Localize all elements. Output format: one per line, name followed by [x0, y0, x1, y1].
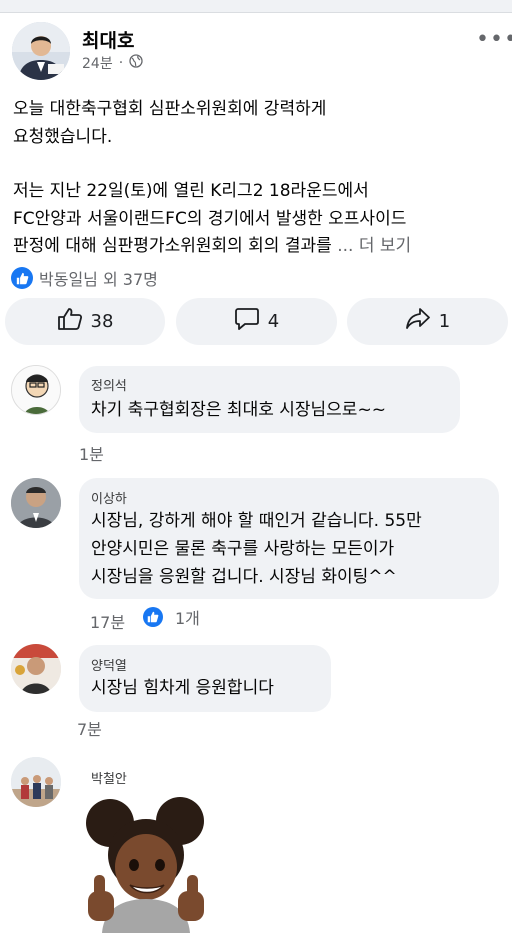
top-divider — [0, 0, 512, 13]
author-name[interactable]: 최대호 — [82, 26, 134, 53]
reactions-summary[interactable]: 박동일님 외 37명 — [11, 266, 158, 290]
share-icon — [405, 307, 431, 336]
like-reaction-icon — [11, 267, 33, 289]
comment-time[interactable]: 7분 — [77, 716, 102, 740]
commenter-name[interactable]: 정의석 — [91, 375, 127, 394]
post-line: 저는 지난 22일(토)에 열린 K리그2 18라운드에서 — [13, 181, 369, 201]
post-time[interactable]: 24분 — [82, 53, 113, 73]
see-more-link[interactable]: 더 보기 — [359, 236, 411, 256]
globe-icon — [129, 54, 143, 72]
like-reaction-icon — [143, 607, 163, 627]
post-line: 요청했습니다. — [13, 126, 113, 147]
share-button[interactable]: 1 — [347, 298, 508, 345]
thumbs-up-icon — [57, 307, 83, 336]
comment-text: 안양시민은 물론 축구를 사랑하는 모든이가 — [91, 539, 395, 559]
comment-text: 시장님을 응원할 겁니다. 시장님 화이팅^^ — [91, 567, 397, 587]
reactions-text: 박동일님 외 37명 — [39, 270, 158, 289]
commenter-name[interactable]: 박철안 — [91, 768, 127, 787]
author-avatar[interactable] — [12, 22, 70, 80]
comment-icon — [234, 307, 260, 336]
like-button[interactable]: 38 — [5, 298, 165, 345]
ellipsis: ... — [337, 236, 354, 256]
commenter-avatar[interactable] — [11, 365, 61, 415]
comment-reaction-count: 1개 — [175, 609, 200, 628]
comment-reactions[interactable]: 1개 — [143, 605, 200, 629]
comment-button[interactable]: 4 — [176, 298, 337, 345]
comment-text: 시장님, 강하게 해야 할 때인거 같습니다. 55만 — [91, 511, 422, 531]
post-line-text: 판정에 대해 심판평가소위원회의 회의 결과를 — [13, 236, 338, 256]
meta-separator: · — [118, 55, 124, 71]
post-line: FC안양과 서울이랜드FC의 경기에서 발생한 오프사이드 — [13, 208, 407, 229]
post-line-last: 판정에 대해 심판평가소위원회의 회의 결과를 ... 더 보기 — [13, 233, 501, 261]
comment-time[interactable]: 1분 — [79, 441, 104, 465]
comment-count: 4 — [267, 311, 280, 332]
comment-text: 차기 축구협회장은 최대호 시장님으로~~ — [91, 400, 386, 420]
sticker-avatar-thumbs-up — [80, 795, 212, 933]
share-count: 1 — [438, 311, 451, 332]
commenter-name[interactable]: 이상하 — [91, 488, 127, 507]
post-body: 오늘 대한축구협회 심판소위원회에 강력하게 요청했습니다. 저는 지난 22일… — [13, 96, 501, 261]
commenter-avatar[interactable] — [11, 644, 61, 694]
like-count: 38 — [90, 311, 114, 332]
comment-time[interactable]: 17분 — [90, 609, 125, 633]
comment-text: 시장님 힘차게 응원합니다 — [91, 678, 274, 698]
commenter-name[interactable]: 양덕열 — [91, 655, 127, 674]
post-meta: 24분 · — [82, 53, 143, 73]
more-options-icon[interactable]: ••• — [476, 29, 512, 51]
commenter-avatar[interactable] — [11, 478, 61, 528]
commenter-avatar[interactable] — [11, 757, 61, 807]
post-line: 오늘 대한축구협회 심판소위원회에 강력하게 — [13, 99, 327, 119]
